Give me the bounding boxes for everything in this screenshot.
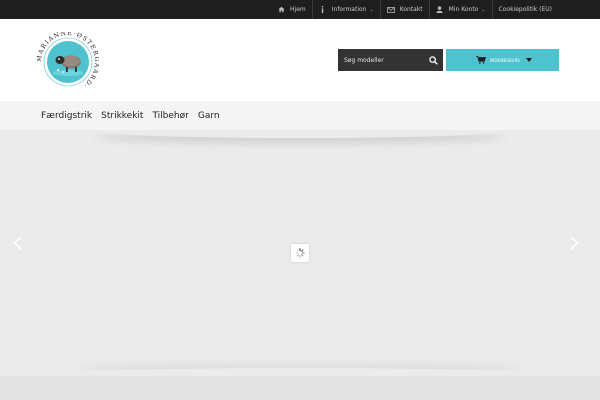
slider-prev-button[interactable]	[12, 235, 24, 251]
site-logo[interactable]: MARIANNE·ØSTERGAARD·	[36, 30, 99, 92]
spinner-icon	[295, 248, 305, 258]
shopping-cart-icon	[476, 56, 486, 64]
nav-item-strikkekit[interactable]: Strikkekit	[101, 111, 143, 121]
chevron-right-icon	[570, 236, 578, 250]
main-nav: Færdigstrik Strikkekit Tilbehør Garn	[0, 101, 600, 130]
user-icon	[436, 6, 444, 14]
top-link-account[interactable]: Min Konto ⌄	[428, 0, 492, 19]
top-links: Hjem Information ⌄ Kontakt Min Konto ⌄ C…	[271, 0, 558, 19]
top-link-account-label: Min Konto	[448, 6, 479, 13]
search-input[interactable]	[338, 49, 423, 71]
slider-bottom-strip	[0, 376, 600, 400]
top-link-cookie-policy-label: Cookiepolitik (EU)	[498, 6, 552, 13]
search-box	[338, 49, 443, 71]
cart-label: Indkøbskurv	[490, 57, 521, 63]
cart-button[interactable]: Indkøbskurv	[446, 49, 559, 71]
top-link-cookie-policy[interactable]: Cookiepolitik (EU)	[491, 0, 558, 19]
top-bar: Hjem Information ⌄ Kontakt Min Konto ⌄ C…	[0, 0, 600, 19]
top-link-information-label: Information	[331, 6, 367, 13]
chevron-left-icon	[14, 236, 22, 250]
search-icon	[428, 55, 438, 65]
nav-item-garn[interactable]: Garn	[198, 111, 220, 121]
hero-slider	[0, 130, 600, 400]
info-icon	[319, 6, 327, 14]
loading-spinner	[291, 244, 309, 262]
top-link-home[interactable]: Hjem	[271, 0, 312, 19]
chevron-down-icon: ⌄	[369, 6, 374, 13]
caret-down-icon	[526, 58, 533, 62]
top-link-contact-label: Kontakt	[399, 6, 423, 13]
nav-item-faerdigstrik[interactable]: Færdigstrik	[41, 111, 92, 121]
search-button[interactable]	[423, 49, 443, 71]
top-link-information[interactable]: Information ⌄	[311, 0, 380, 19]
slider-next-button[interactable]	[568, 235, 580, 251]
home-icon	[277, 6, 285, 14]
slider-top-shadow	[95, 130, 505, 138]
mail-icon	[386, 6, 395, 14]
top-link-contact[interactable]: Kontakt	[379, 0, 429, 19]
chevron-down-icon: ⌄	[481, 6, 486, 13]
top-link-home-label: Hjem	[290, 6, 306, 13]
nav-item-tilbehor[interactable]: Tilbehør	[152, 111, 188, 121]
